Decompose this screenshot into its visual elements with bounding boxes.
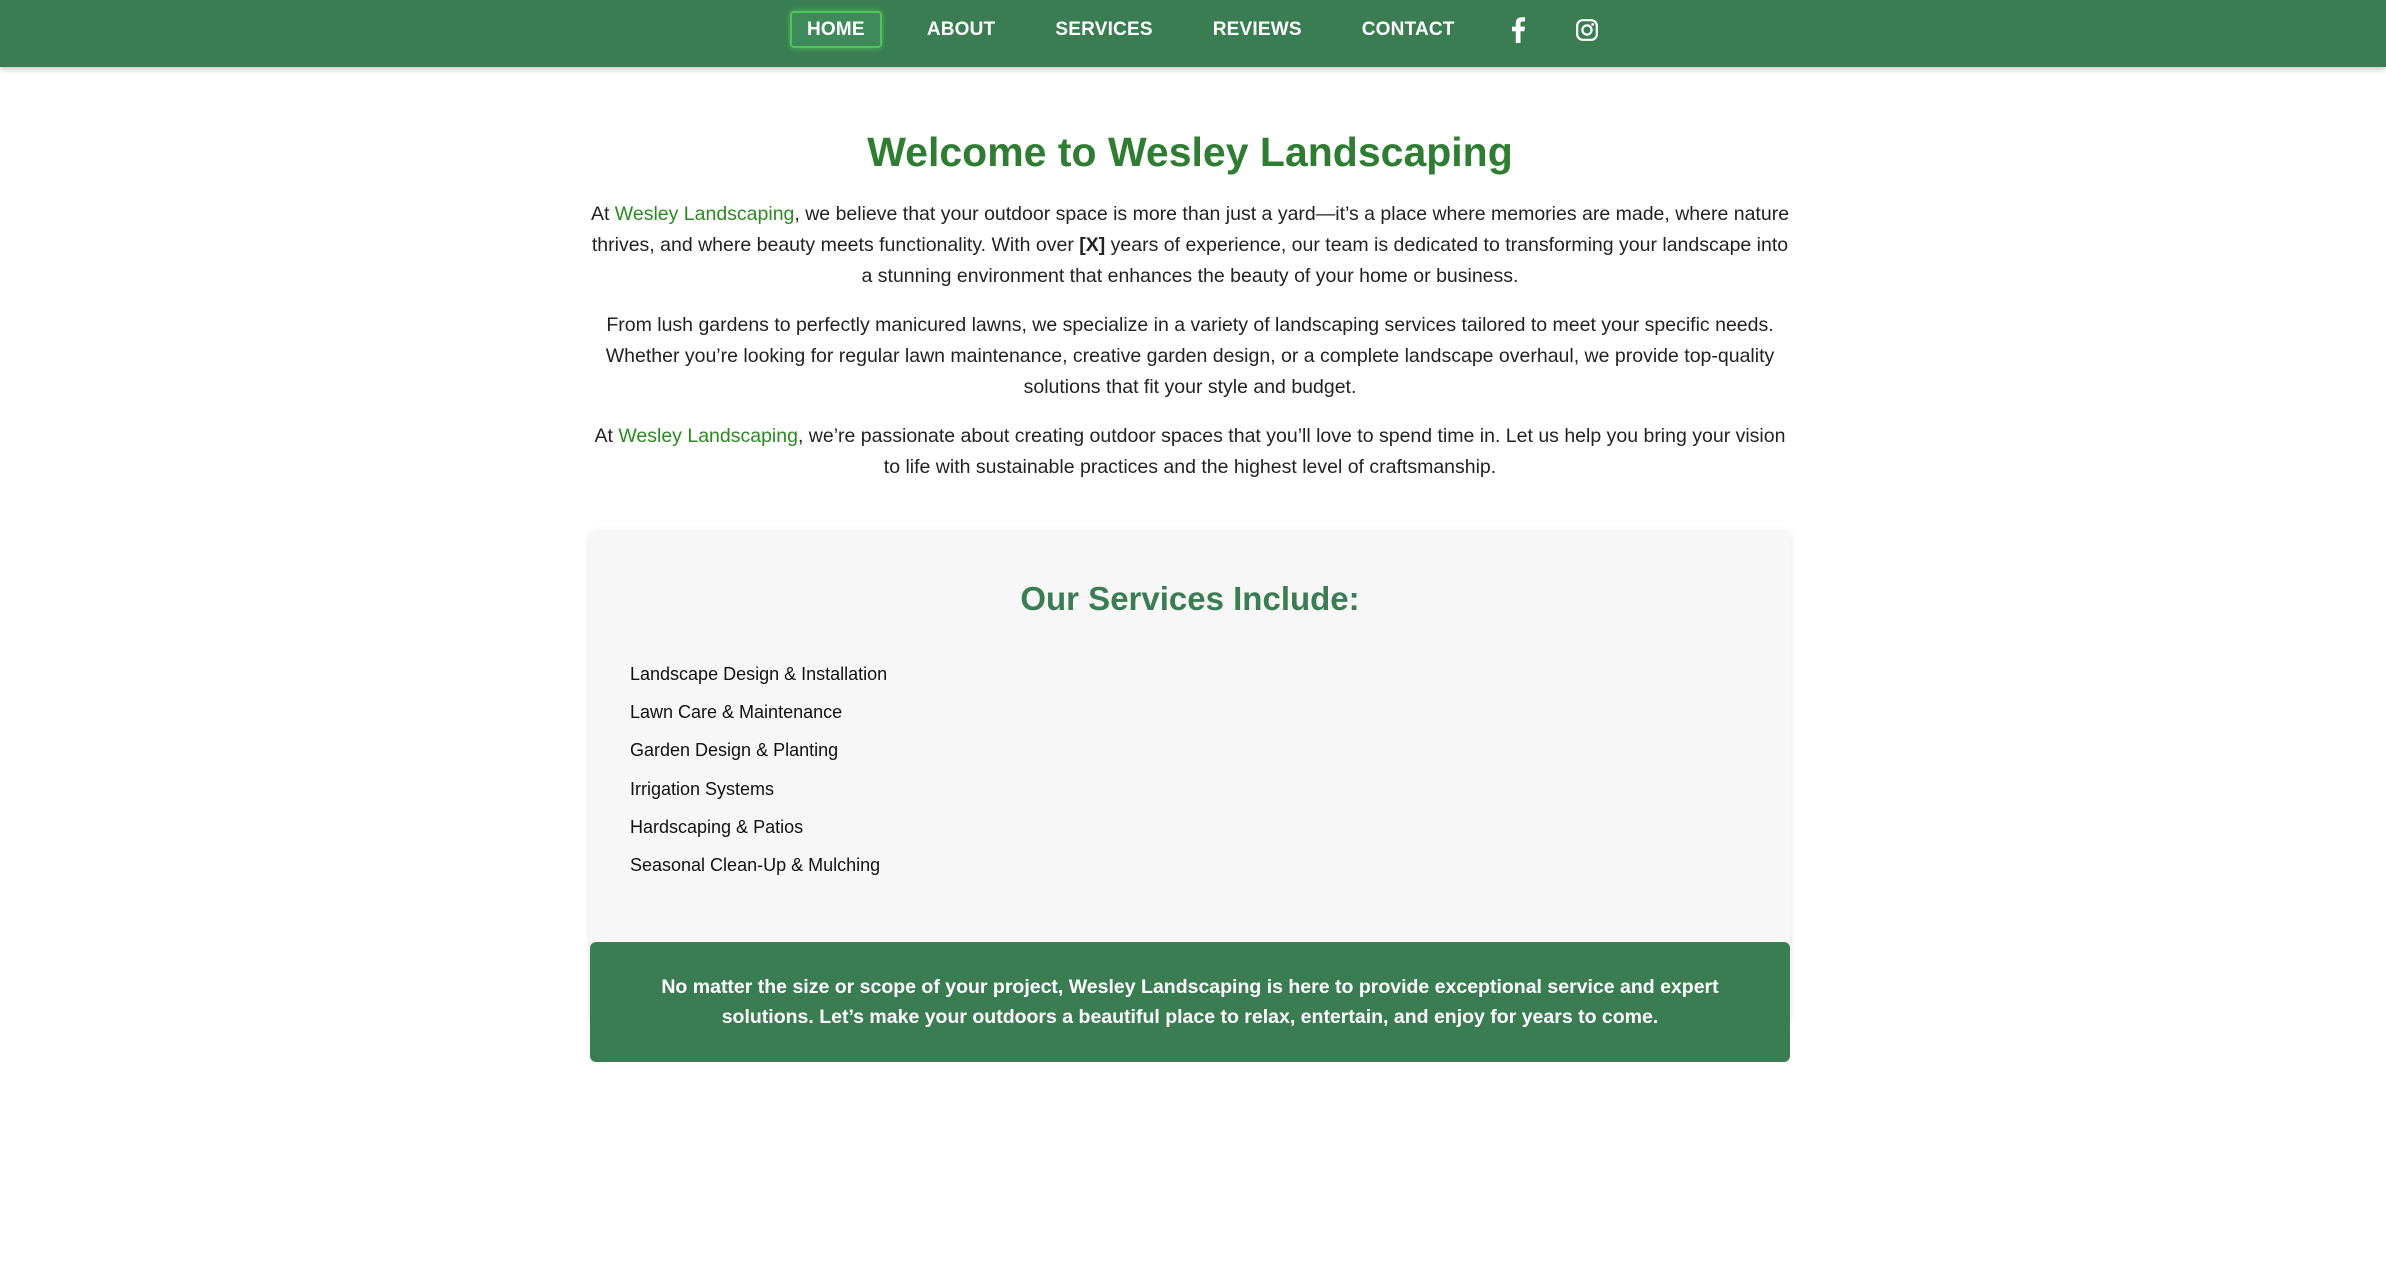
nav-contact-link[interactable]: CONTACT — [1347, 11, 1470, 48]
intro-paragraph-1: At Wesley Landscaping, we believe that y… — [590, 199, 1790, 292]
top-navbar: HOME ABOUT SERVICES REVIEWS CONTACT — [0, 0, 2386, 67]
nav-menu: HOME ABOUT SERVICES REVIEWS CONTACT — [790, 11, 1638, 48]
service-item: Garden Design & Planting — [630, 740, 839, 761]
services-heading: Our Services Include: — [1020, 580, 1360, 617]
cta-banner: No matter the size or scope of your proj… — [590, 942, 1790, 1062]
p1-prefix: At — [590, 203, 615, 225]
p3-prefix: At — [594, 425, 619, 447]
brand-name: Wesley Landscaping — [618, 425, 798, 447]
nav-about-link[interactable]: ABOUT — [912, 11, 1011, 48]
page-title: Welcome to Wesley Landscaping — [867, 129, 1513, 175]
service-item: Hardscaping & Patios — [630, 816, 804, 837]
facebook-icon[interactable] — [1500, 11, 1537, 48]
cta-text: No matter the size or scope of your proj… — [661, 976, 1719, 1028]
services-list: Landscape Design & Installation Lawn Car… — [630, 655, 887, 884]
brand-name: Wesley Landscaping — [614, 203, 795, 225]
years-placeholder: [X] — [1079, 234, 1106, 256]
nav-services-link[interactable]: SERVICES — [1040, 11, 1167, 48]
intro-paragraph-3: At Wesley Landscaping, we’re passionate … — [590, 421, 1790, 483]
intro-paragraph-2: From lush gardens to perfectly manicured… — [605, 314, 1775, 398]
service-item: Lawn Care & Maintenance — [630, 702, 843, 723]
nav-reviews-link[interactable]: REVIEWS — [1198, 11, 1317, 48]
service-item: Landscape Design & Installation — [630, 664, 888, 684]
p3-suffix: , we’re passionate about creating outdoo… — [797, 425, 1786, 478]
main-content: Welcome to Wesley Landscaping At Wesley … — [590, 120, 1790, 1062]
service-item: Irrigation Systems — [630, 778, 775, 799]
instagram-icon[interactable] — [1569, 11, 1606, 48]
service-item: Seasonal Clean-Up & Mulching — [630, 854, 881, 875]
nav-home-link[interactable]: HOME — [790, 11, 882, 48]
